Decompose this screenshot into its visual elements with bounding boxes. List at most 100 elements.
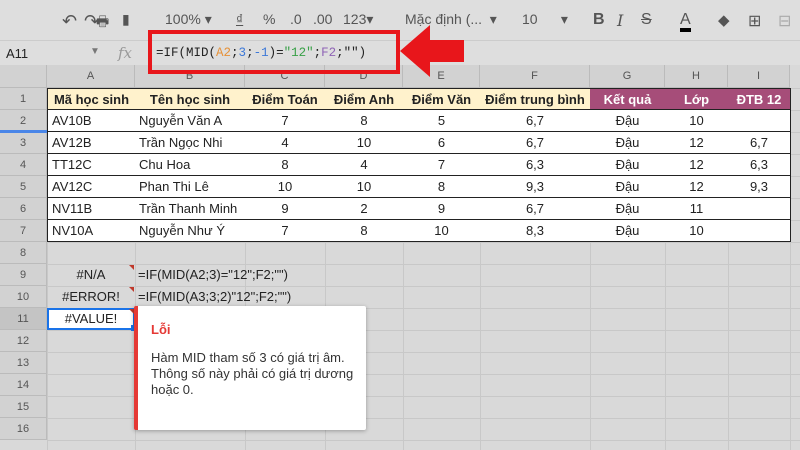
table-cell[interactable]: 8 (245, 154, 326, 176)
header-cell[interactable]: Điểm Văn (403, 88, 481, 110)
table-cell[interactable]: 9 (403, 198, 481, 220)
table-cell[interactable]: AV12B (47, 132, 136, 154)
merge-cells-icon[interactable]: ⊟ (778, 11, 791, 31)
text-color-icon[interactable]: A (680, 11, 691, 32)
row-header-14[interactable]: 14 (0, 374, 47, 396)
table-cell[interactable]: 10 (403, 220, 481, 242)
row-header-3[interactable]: 3 (0, 132, 47, 154)
table-cell[interactable]: NV10A (47, 220, 136, 242)
error-cell[interactable]: #ERROR! (47, 286, 135, 308)
table-cell[interactable]: 12 (665, 132, 729, 154)
table-cell[interactable]: AV12C (47, 176, 136, 198)
table-cell[interactable]: 10 (325, 132, 404, 154)
table-cell[interactable]: 4 (325, 154, 404, 176)
decrease-decimal-button[interactable]: .0 (290, 11, 302, 27)
table-cell[interactable]: 6,3 (728, 154, 791, 176)
table-cell[interactable]: 8,3 (480, 220, 591, 242)
table-cell[interactable]: 9,3 (728, 176, 791, 198)
header-cell[interactable]: ĐTB 12 (728, 88, 791, 110)
table-cell[interactable]: Đậu (590, 110, 666, 132)
undo-icon[interactable]: ↶ (62, 11, 77, 32)
currency-button[interactable]: ₫ (236, 11, 243, 27)
zoom-select[interactable]: 100% ▾ (165, 11, 212, 28)
table-cell[interactable]: Đậu (590, 198, 666, 220)
table-cell[interactable]: Chu Hoa (135, 154, 246, 176)
table-cell[interactable]: 6 (403, 132, 481, 154)
row-header-9[interactable]: 9 (0, 264, 47, 286)
table-cell[interactable]: 10 (325, 176, 404, 198)
header-cell[interactable]: Điểm trung bình (480, 88, 591, 110)
table-cell[interactable]: 7 (245, 220, 326, 242)
column-header-I[interactable]: I (728, 65, 790, 88)
table-cell[interactable]: Nguyễn Như Ý (135, 220, 246, 242)
header-cell[interactable]: Điểm Anh (325, 88, 404, 110)
header-cell[interactable]: Kết quả (590, 88, 666, 110)
table-cell[interactable]: 9 (245, 198, 326, 220)
table-cell[interactable]: Đậu (590, 220, 666, 242)
table-cell[interactable]: 8 (325, 220, 404, 242)
header-cell[interactable]: Tên học sinh (135, 88, 246, 110)
fill-color-icon[interactable]: ◆ (718, 11, 730, 29)
table-cell[interactable]: 10 (665, 220, 729, 242)
table-cell[interactable]: 11 (665, 198, 729, 220)
table-cell[interactable]: Đậu (590, 132, 666, 154)
table-cell[interactable] (728, 220, 791, 242)
column-header-G[interactable]: G (590, 65, 665, 88)
table-cell[interactable]: Đậu (590, 154, 666, 176)
table-cell[interactable]: 7 (245, 110, 326, 132)
table-cell[interactable] (728, 198, 791, 220)
table-cell[interactable]: 4 (245, 132, 326, 154)
table-cell[interactable]: 8 (403, 176, 481, 198)
row-header-11[interactable]: 11 (0, 308, 47, 330)
select-all-corner[interactable] (0, 65, 47, 88)
table-cell[interactable]: 6,3 (480, 154, 591, 176)
table-cell[interactable]: Nguyễn Văn A (135, 110, 246, 132)
header-cell[interactable]: Điểm Toán (245, 88, 326, 110)
formula-text-cell[interactable]: =IF(MID(A2;3)="12";F2;"") (138, 264, 288, 286)
row-header-7[interactable]: 7 (0, 220, 47, 242)
error-cell[interactable]: #VALUE! (47, 308, 135, 330)
name-box[interactable]: A11 ▼ (6, 46, 100, 61)
row-header-10[interactable]: 10 (0, 286, 47, 308)
row-header-15[interactable]: 15 (0, 396, 47, 418)
print-icon[interactable]: 🖶 (96, 11, 109, 35)
row-header-5[interactable]: 5 (0, 176, 47, 198)
table-cell[interactable]: 10 (245, 176, 326, 198)
percent-button[interactable]: % (263, 11, 275, 27)
table-cell[interactable]: 12 (665, 176, 729, 198)
table-cell[interactable]: AV10B (47, 110, 136, 132)
error-cell[interactable]: #N/A (47, 264, 135, 286)
table-cell[interactable]: 6,7 (728, 132, 791, 154)
header-cell[interactable]: Mã học sinh (47, 88, 136, 110)
table-cell[interactable]: 8 (325, 110, 404, 132)
table-cell[interactable]: 7 (403, 154, 481, 176)
formula-text-cell[interactable]: =IF(MID(A3;3;2)"12";F2;"") (138, 286, 291, 308)
row-header-16[interactable]: 16 (0, 418, 47, 440)
table-cell[interactable]: 5 (403, 110, 481, 132)
more-formats-button[interactable]: 123▾ (343, 11, 373, 28)
row-header-6[interactable]: 6 (0, 198, 47, 220)
table-cell[interactable]: Trần Ngọc Nhi (135, 132, 246, 154)
column-header-A[interactable]: A (47, 65, 135, 88)
row-header-2[interactable]: 2 (0, 110, 47, 132)
row-header-4[interactable]: 4 (0, 154, 47, 176)
header-cell[interactable]: Lớp (665, 88, 729, 110)
borders-icon[interactable]: ⊞ (748, 11, 761, 31)
table-cell[interactable]: Phan Thi Lê (135, 176, 246, 198)
row-header-13[interactable]: 13 (0, 352, 47, 374)
table-cell[interactable]: 6,7 (480, 110, 591, 132)
increase-decimal-button[interactable]: .00 (313, 11, 332, 27)
table-cell[interactable]: 12 (665, 154, 729, 176)
column-header-F[interactable]: F (480, 65, 590, 88)
bold-icon[interactable]: B (593, 11, 605, 29)
strikethrough-icon[interactable]: S (641, 11, 652, 29)
table-cell[interactable]: NV11B (47, 198, 136, 220)
table-cell[interactable]: 2 (325, 198, 404, 220)
table-cell[interactable]: 6,7 (480, 132, 591, 154)
table-cell[interactable] (728, 110, 791, 132)
row-header-8[interactable]: 8 (0, 242, 47, 264)
table-cell[interactable]: 10 (665, 110, 729, 132)
italic-icon[interactable]: I (617, 11, 623, 30)
table-cell[interactable]: 9,3 (480, 176, 591, 198)
table-cell[interactable]: Trần Thanh Minh (135, 198, 246, 220)
